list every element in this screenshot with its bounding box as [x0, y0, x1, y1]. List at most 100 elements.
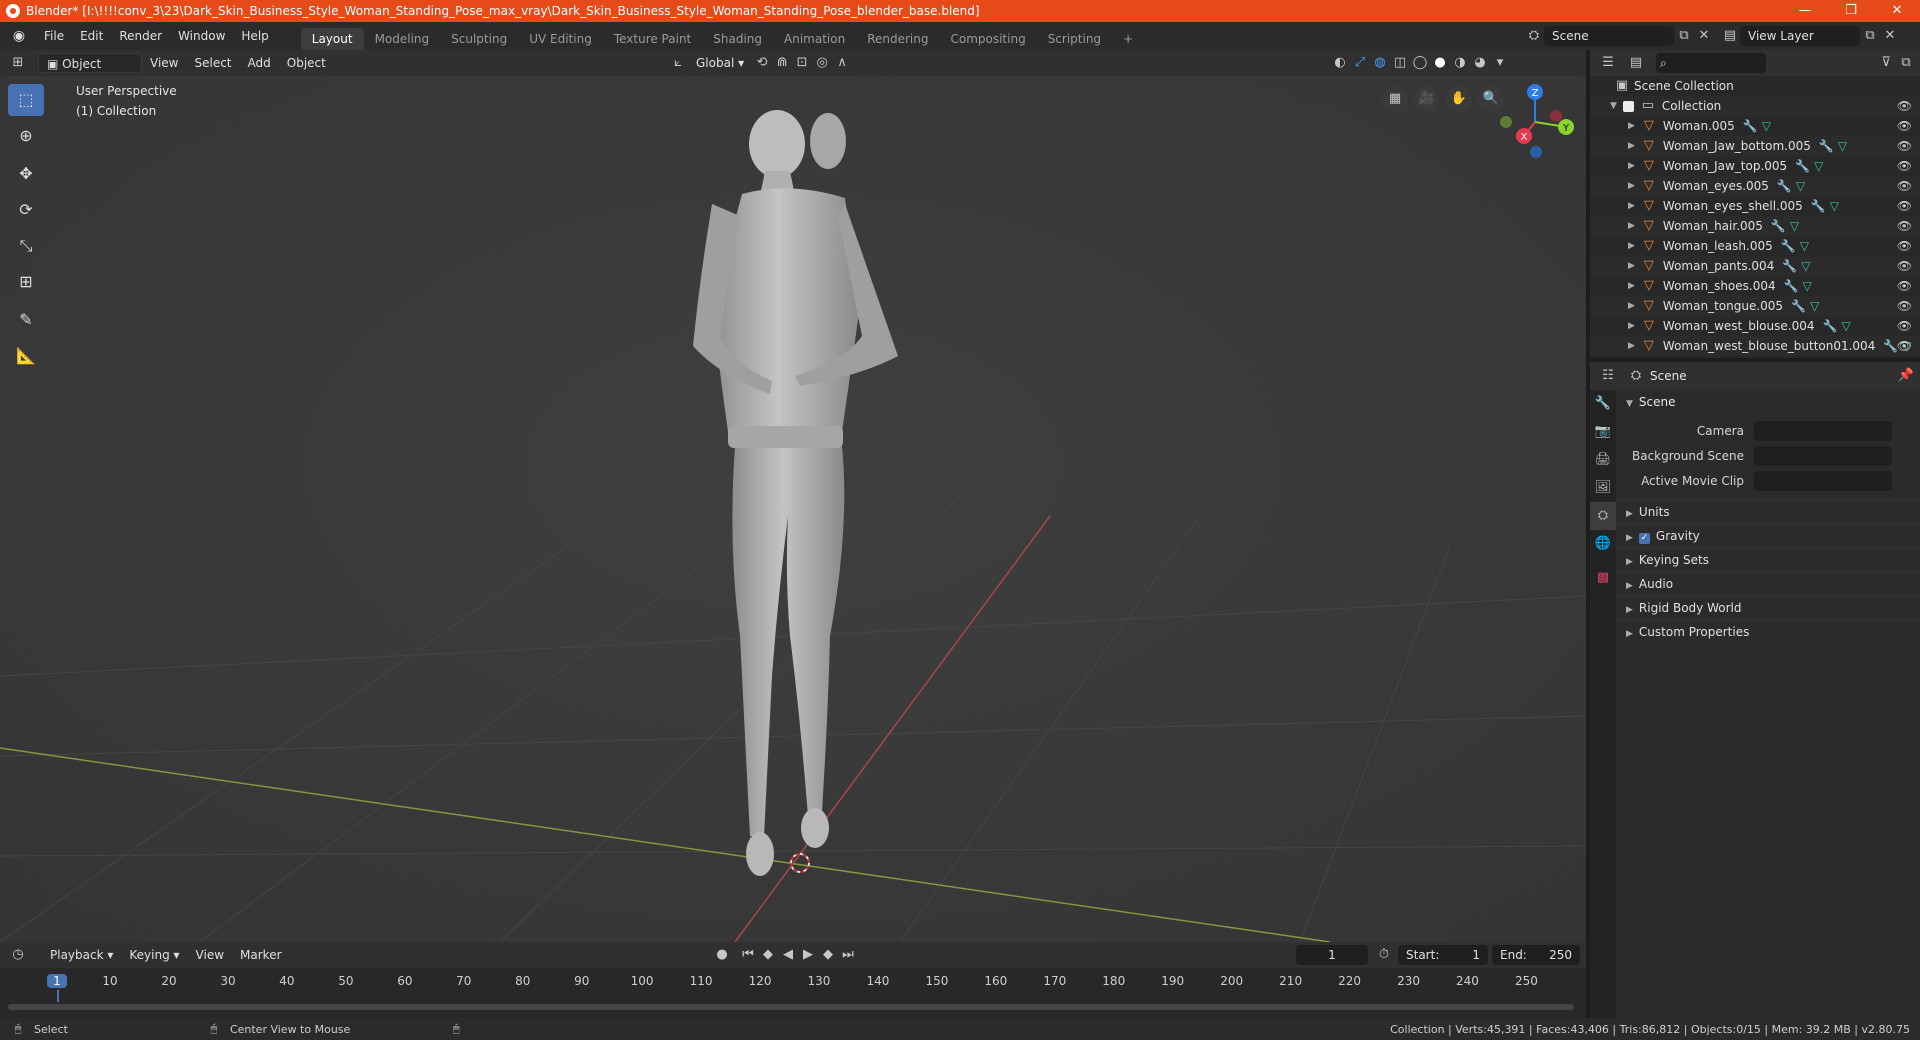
mesh-data-icon[interactable]: ▽	[1814, 156, 1823, 176]
properties-editor-type-icon[interactable]: ☷	[1598, 366, 1618, 386]
collection-row[interactable]: ▼ ▭ Collection 👁	[1590, 96, 1920, 116]
tab-texture-paint[interactable]: Texture Paint	[603, 28, 702, 50]
delete-scene-icon[interactable]: ✕	[1694, 26, 1714, 46]
menu-file[interactable]: File	[36, 22, 72, 50]
expand-arrow-icon[interactable]: ▶	[1628, 176, 1635, 196]
navigation-gizmo[interactable]: Z Y X	[1490, 82, 1580, 172]
annotate-tool-icon[interactable]: ✎	[8, 304, 44, 336]
camera-view-icon[interactable]: 🎥	[1414, 86, 1440, 112]
expand-arrow-icon[interactable]: ▶	[1628, 276, 1635, 296]
timeline-editor-type-icon[interactable]: ◷	[8, 945, 28, 965]
pan-view-icon[interactable]: ✋	[1446, 86, 1472, 112]
eye-icon[interactable]: 👁	[1897, 316, 1912, 336]
modifier-icon[interactable]: 🔧	[1795, 156, 1810, 176]
scene-panel-header[interactable]: ▼ Scene	[1616, 390, 1920, 414]
world-tab-icon[interactable]: 🌐	[1590, 530, 1616, 558]
outliner-object-row[interactable]: ▶ ▽ Woman_west_blouse.004 🔧 ▽ 👁	[1590, 316, 1920, 336]
move-tool-icon[interactable]: ✥	[8, 158, 44, 190]
expand-arrow-icon[interactable]: ▶	[1628, 136, 1635, 156]
tab-animation[interactable]: Animation	[773, 28, 856, 50]
output-tab-icon[interactable]: 🖨	[1590, 446, 1616, 474]
editor-type-icon[interactable]: ⊞	[8, 53, 28, 73]
texture-tab-icon[interactable]: ▩	[1590, 564, 1616, 592]
expand-arrow-icon[interactable]: ▶	[1628, 196, 1635, 216]
timeline-body[interactable]: 1 10 20 30 40 50 60 70 80 90 100 110 120 130 140 150 160…	[0, 968, 1586, 1018]
new-scene-icon[interactable]: ⧉	[1674, 26, 1694, 46]
snap-target-icon[interactable]: ⊡	[792, 53, 812, 73]
outliner-object-row[interactable]: ▶ ▽ Woman_tongue.005 🔧 ▽ 👁	[1590, 296, 1920, 316]
timeline-scrollbar[interactable]	[8, 1004, 1574, 1010]
rigid-body-world-subpanel[interactable]: ▶ Rigid Body World	[1616, 595, 1920, 619]
solid-shading-icon[interactable]: ●	[1430, 53, 1450, 73]
cursor-tool-icon[interactable]: ⊕	[8, 120, 44, 152]
mesh-data-icon[interactable]: ▽	[1841, 316, 1850, 336]
outliner-object-row[interactable]: ▶ ▽ Woman_west_blouse_button01.004 🔧 ▽ 👁	[1590, 336, 1920, 356]
tab-rendering[interactable]: Rendering	[856, 28, 939, 50]
jump-end-icon[interactable]: ⏭	[838, 945, 858, 965]
new-view-layer-icon[interactable]: ⧉	[1860, 26, 1880, 46]
rendered-shading-icon[interactable]: ◕	[1470, 53, 1490, 73]
tool-tab-icon[interactable]: 🔧	[1590, 390, 1616, 418]
wireframe-shading-icon[interactable]: ◯	[1410, 53, 1430, 73]
expand-arrow-icon[interactable]: ▶	[1628, 296, 1635, 316]
expand-arrow-icon[interactable]: ▼	[1610, 96, 1617, 116]
prev-keyframe-icon[interactable]: ◆	[758, 945, 778, 965]
mesh-data-icon[interactable]: ▽	[1796, 176, 1805, 196]
mesh-data-icon[interactable]: ▽	[1810, 296, 1819, 316]
new-collection-icon[interactable]: ⧉	[1896, 53, 1916, 73]
gizmo-toggle-icon[interactable]: ⤢	[1350, 53, 1370, 73]
outliner-object-row[interactable]: ▶ ▽ Woman_pants.004 🔧 ▽ 👁	[1590, 256, 1920, 276]
outliner-object-row[interactable]: ▶ ▽ Woman_shoes.004 🔧 ▽ 👁	[1590, 276, 1920, 296]
overlay-toggle-icon[interactable]: ◍	[1370, 53, 1390, 73]
units-subpanel[interactable]: ▶ Units	[1616, 499, 1920, 523]
tab-sculpting[interactable]: Sculpting	[440, 28, 518, 50]
modifier-icon[interactable]: 🔧	[1791, 296, 1806, 316]
menu-playback[interactable]: Playback ▾	[42, 945, 121, 965]
play-reverse-icon[interactable]: ◀	[778, 945, 798, 965]
modifier-icon[interactable]: 🔧	[1811, 196, 1826, 216]
next-keyframe-icon[interactable]: ◆	[818, 945, 838, 965]
mesh-data-icon[interactable]: ▽	[1803, 276, 1812, 296]
outliner-editor-type-icon[interactable]: ☰	[1598, 53, 1618, 73]
menu-keying[interactable]: Keying ▾	[121, 945, 187, 965]
eye-icon[interactable]: 👁	[1897, 156, 1912, 176]
tab-scripting[interactable]: Scripting	[1037, 28, 1112, 50]
pin-icon[interactable]: 📌	[1896, 366, 1916, 386]
mesh-data-icon[interactable]: ▽	[1800, 236, 1809, 256]
modifier-icon[interactable]: 🔧	[1743, 116, 1758, 136]
keying-sets-subpanel[interactable]: ▶ Keying Sets	[1616, 547, 1920, 571]
menu-view[interactable]: View	[142, 53, 186, 73]
expand-arrow-icon[interactable]: ▶	[1628, 236, 1635, 256]
eye-icon[interactable]: 👁	[1897, 196, 1912, 216]
end-frame-field[interactable]: End: 250	[1492, 945, 1580, 965]
record-icon[interactable]: ●	[712, 945, 732, 965]
eye-icon[interactable]: 👁	[1897, 276, 1912, 296]
outliner-search-input[interactable]: ⌕	[1656, 53, 1766, 73]
eye-icon[interactable]: 👁	[1897, 236, 1912, 256]
play-icon[interactable]: ▶	[798, 945, 818, 965]
eye-icon[interactable]: 👁	[1897, 336, 1912, 356]
tab-compositing[interactable]: Compositing	[939, 28, 1036, 50]
gravity-subpanel[interactable]: ▶ ✓ Gravity	[1616, 523, 1920, 547]
modifier-icon[interactable]: 🔧	[1782, 256, 1797, 276]
current-frame-field[interactable]: 1	[1296, 945, 1368, 965]
eye-icon[interactable]: 👁	[1897, 96, 1912, 116]
close-button[interactable]: ✕	[1874, 0, 1920, 22]
add-workspace-button[interactable]: +	[1112, 28, 1144, 50]
visibility-icon[interactable]: ◐	[1330, 53, 1350, 73]
custom-properties-subpanel[interactable]: ▶ Custom Properties	[1616, 619, 1920, 643]
eye-icon[interactable]: 👁	[1897, 116, 1912, 136]
outliner-object-row[interactable]: ▶ ▽ Woman_hair.005 🔧 ▽ 👁	[1590, 216, 1920, 236]
menu-select[interactable]: Select	[186, 53, 239, 73]
outliner-object-row[interactable]: ▶ ▽ Woman_Jaw_bottom.005 🔧 ▽ 👁	[1590, 136, 1920, 156]
tab-uv-editing[interactable]: UV Editing	[518, 28, 603, 50]
display-mode-icon[interactable]: ▤	[1626, 53, 1646, 73]
transform-orientation-selector[interactable]: Global ▾	[688, 53, 752, 73]
select-box-tool-icon[interactable]: ⬚	[8, 84, 44, 116]
menu-help[interactable]: Help	[233, 22, 276, 50]
grid-view-icon[interactable]: ▦	[1382, 86, 1408, 112]
background-scene-field[interactable]	[1754, 445, 1892, 466]
modifier-icon[interactable]: 🔧	[1784, 276, 1799, 296]
camera-field[interactable]	[1754, 420, 1892, 441]
modifier-icon[interactable]: 🔧	[1781, 236, 1796, 256]
